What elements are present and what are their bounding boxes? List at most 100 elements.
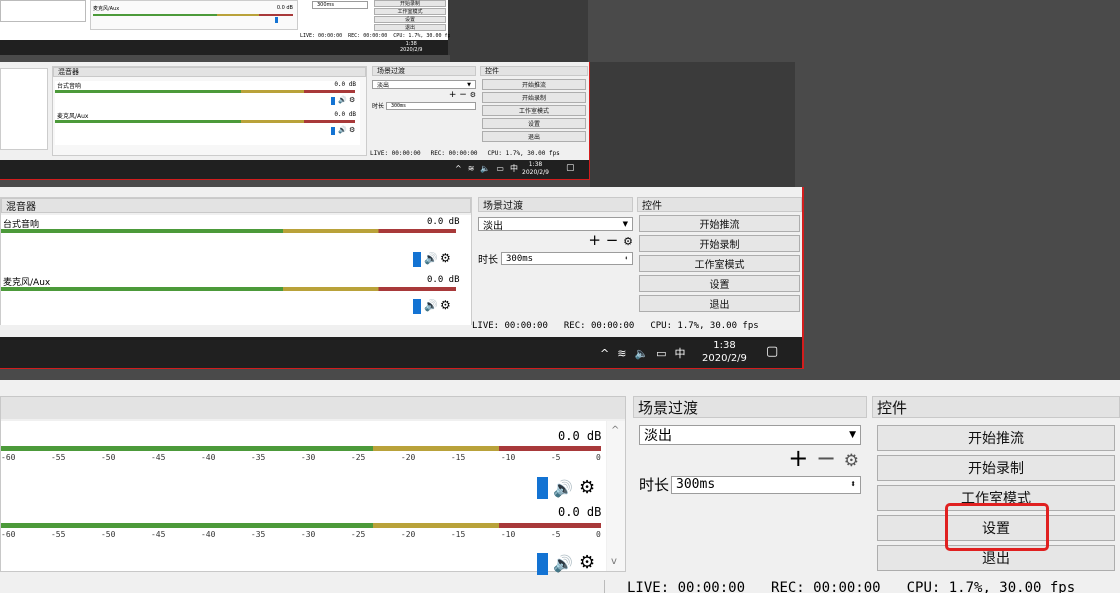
studio-mode-button[interactable]: 工作室模式 <box>482 105 586 116</box>
studio-mode-button-mini[interactable]: 工作室模式 <box>374 8 446 15</box>
exit-button-mini[interactable]: 退出 <box>374 24 446 31</box>
gear-icon[interactable]: ⚙ <box>349 126 355 134</box>
volume-slider[interactable] <box>275 17 278 23</box>
speaker-icon[interactable]: 🔊 <box>424 299 438 312</box>
meter-tick-label: -60 <box>1 453 16 462</box>
settings-button-mini[interactable]: 设置 <box>374 16 446 23</box>
start-recording-button-mini[interactable]: 开始录制 <box>374 0 446 7</box>
volume-slider[interactable] <box>413 299 421 314</box>
gear-icon[interactable]: ⚙ <box>349 96 355 104</box>
mixer-scrollbar[interactable]: ^ v <box>607 421 625 571</box>
speaker-icon[interactable]: 🔊 <box>553 554 573 573</box>
mixer-panel-medium: 混音器 台式音响 0.0 dB 🔊 ⚙ 麦克风/Aux 0.0 dB 🔊 ⚙ <box>52 66 367 156</box>
start-recording-button[interactable]: 开始录制 <box>877 455 1115 481</box>
clock[interactable]: 1:38 2020/2/9 <box>702 339 747 365</box>
volume-slider[interactable] <box>331 97 335 105</box>
clock[interactable]: 1:38 2020/2/9 <box>522 161 549 177</box>
mixer-channels: 台式音响 0.0 dB 🔊 ⚙ 麦克风/Aux 0.0 dB 🔊 ⚙ <box>1 215 471 325</box>
controls-panel: 控件 开始推流 开始录制 工作室模式 设置 退出 <box>637 197 802 325</box>
channel-db: 0.0 dB <box>427 275 460 285</box>
gear-icon[interactable]: ⚙ <box>579 477 595 498</box>
speaker-icon[interactable]: 🔈 <box>634 347 648 360</box>
scroll-up-icon[interactable]: ^ <box>611 425 619 436</box>
wifi-icon[interactable]: ≋ <box>617 347 626 360</box>
duration-input[interactable]: 300ms <box>386 101 476 110</box>
settings-button[interactable]: 设置 <box>482 118 586 129</box>
volume-slider[interactable] <box>413 252 421 267</box>
exit-button[interactable]: 退出 <box>639 295 800 312</box>
main-dock: 0.0 dB -60 -55 -50 -45 -40 -35 -30 -25 -20 -15 -10… <box>0 380 1120 593</box>
duration-value: 300ms <box>317 2 335 8</box>
volume-slider[interactable] <box>537 553 548 575</box>
chevron-up-icon[interactable]: ^ <box>600 347 609 360</box>
transition-select[interactable]: 淡出 ▼ <box>372 80 476 89</box>
preview-dark-area <box>806 0 1120 380</box>
speaker-icon[interactable]: 🔈 <box>480 164 490 173</box>
spinner-icon[interactable]: ⬍ <box>624 255 628 262</box>
remove-icon[interactable]: − <box>459 90 467 100</box>
add-icon[interactable]: + <box>588 231 601 249</box>
add-icon[interactable]: + <box>449 90 457 100</box>
duration-input[interactable]: 300ms ⬍ <box>501 252 633 265</box>
gear-icon[interactable]: ⚙ <box>579 552 595 573</box>
spinner-icon[interactable]: ⬍ <box>850 479 856 490</box>
mixer-channels: 台式音响 0.0 dB 🔊 ⚙ 麦克风/Aux 0.0 dB 🔊 ⚙ <box>55 81 360 145</box>
meter-tick-label: -50 <box>100 453 116 462</box>
start-streaming-button[interactable]: 开始推流 <box>639 215 800 232</box>
remove-icon[interactable]: − <box>816 444 836 472</box>
remove-icon[interactable]: − <box>606 231 619 249</box>
rec-time: REC: 00:00:00 <box>771 580 881 593</box>
meter-tick-label: -30 <box>300 453 316 462</box>
preview-dark-area <box>590 62 795 187</box>
audio-meter <box>55 90 355 93</box>
audio-meter <box>1 229 456 233</box>
start-streaming-button[interactable]: 开始推流 <box>877 425 1115 451</box>
volume-slider[interactable] <box>537 477 548 499</box>
transition-title: 场景过渡 <box>633 396 867 418</box>
controls-mini: 开始录制 工作室模式 设置 退出 <box>374 0 446 34</box>
gear-icon[interactable]: ⚙ <box>844 451 859 471</box>
duration-input[interactable]: 300ms ⬍ <box>671 475 861 494</box>
gear-icon[interactable]: ⚙ <box>440 298 451 312</box>
clock-mini: 1:38 2020/2/9 <box>400 41 422 53</box>
speaker-icon[interactable]: 🔊 <box>338 96 347 104</box>
transition-select[interactable]: 淡出 ▼ <box>478 217 633 232</box>
speaker-icon[interactable]: 🔊 <box>553 479 573 498</box>
notification-icon[interactable]: ▢ <box>566 163 575 173</box>
start-recording-button[interactable]: 开始录制 <box>482 92 586 103</box>
mixer-dock: 0.0 dB -60 -55 -50 -45 -40 -35 -30 -25 -20 -15 -10… <box>0 396 626 575</box>
clock-time: 1:38 <box>528 161 543 168</box>
exit-button[interactable]: 退出 <box>482 131 586 142</box>
start-recording-button[interactable]: 开始录制 <box>639 235 800 252</box>
duration-input[interactable]: 300ms <box>312 1 368 9</box>
gear-icon[interactable]: ⚙ <box>470 91 476 99</box>
cpu-usage: CPU: 1.7%, 30.00 fps <box>487 150 560 157</box>
wifi-icon[interactable]: ≋ <box>468 164 475 173</box>
chevron-down-icon: ▼ <box>622 220 628 228</box>
gear-icon[interactable]: ⚙ <box>440 251 451 265</box>
start-streaming-button[interactable]: 开始推流 <box>482 79 586 90</box>
gear-icon[interactable]: ⚙ <box>623 235 633 248</box>
chevron-up-icon[interactable]: ^ <box>455 164 462 173</box>
volume-slider[interactable] <box>331 127 335 135</box>
tray-icons: ^ ≋ 🔈 ▭ 中 <box>455 163 518 174</box>
ime-indicator[interactable]: 中 <box>510 163 518 174</box>
battery-icon[interactable]: ▭ <box>496 164 504 173</box>
transition-select[interactable]: 淡出 ▼ <box>639 425 861 445</box>
speaker-icon[interactable]: 🔊 <box>424 252 438 265</box>
studio-mode-button[interactable]: 工作室模式 <box>639 255 800 272</box>
meter-tick-label: -55 <box>50 453 66 462</box>
mixer-dock-header <box>1 397 625 419</box>
ime-indicator[interactable]: 中 <box>675 345 686 361</box>
transition-value: 淡出 <box>644 428 672 444</box>
add-icon[interactable]: + <box>788 444 808 472</box>
meter-tick-label: 0 <box>596 530 601 539</box>
battery-icon[interactable]: ▭ <box>656 347 666 360</box>
scroll-down-icon[interactable]: v <box>611 556 617 567</box>
rec-time: REC: 00:00:00 <box>430 150 478 157</box>
preview-dark-area <box>450 0 588 62</box>
notification-icon[interactable]: ▢ <box>766 344 778 359</box>
speaker-icon[interactable]: 🔊 <box>338 126 347 134</box>
transition-value: 淡出 <box>377 82 390 89</box>
settings-button[interactable]: 设置 <box>639 275 800 292</box>
